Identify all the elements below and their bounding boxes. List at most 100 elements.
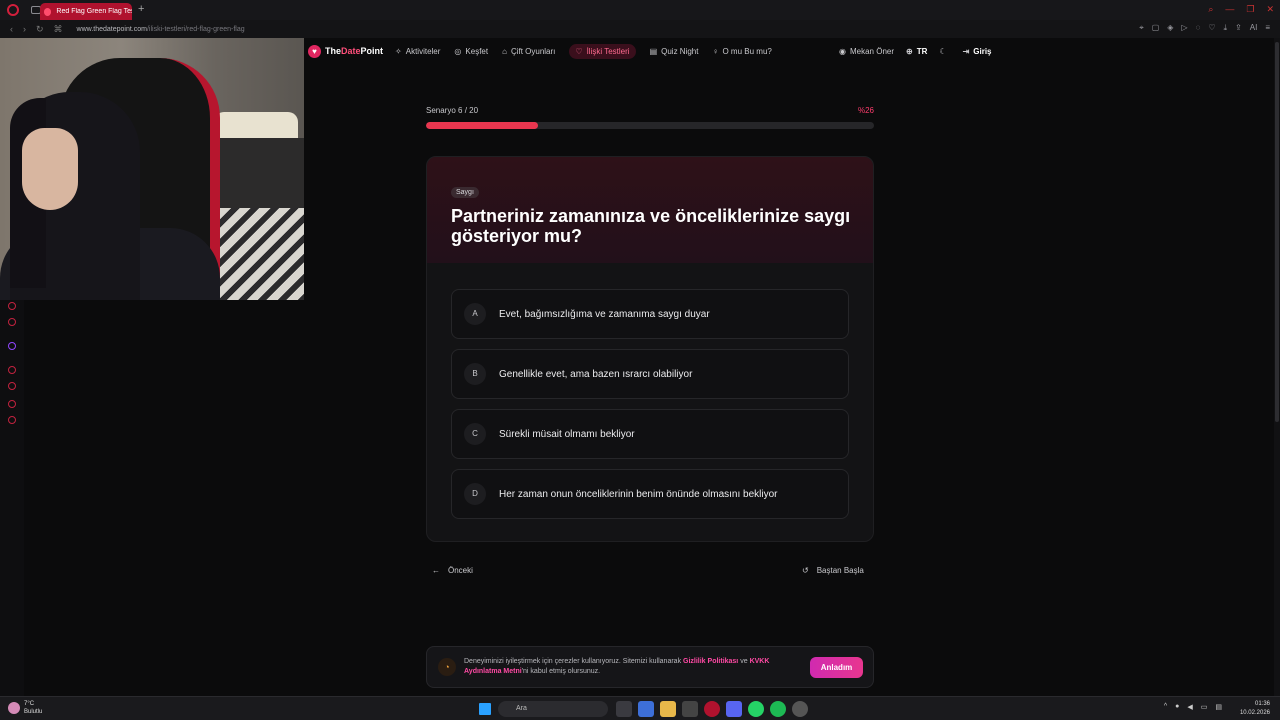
- language-switch[interactable]: ⊕ TR: [906, 47, 927, 56]
- brand-logo[interactable]: ♥ The Date Point: [308, 44, 383, 58]
- weather-text: 7°C Bulutlu: [24, 700, 42, 716]
- volume-icon[interactable]: ◀: [1187, 703, 1192, 711]
- search-tabs-icon[interactable]: ⌕: [1208, 4, 1213, 15]
- weather-widget[interactable]: 7°C Bulutlu: [8, 700, 42, 716]
- weather-condition: Bulutlu: [24, 709, 43, 715]
- nav-label: Keşfet: [465, 46, 489, 56]
- tray-chevron-icon[interactable]: ^: [1164, 703, 1167, 711]
- windows-start-icon[interactable]: [479, 703, 491, 715]
- option-text: Genellikle evet, ama bazen ısrarcı olabi…: [499, 368, 693, 380]
- reload-icon[interactable]: ↻: [36, 24, 44, 35]
- ai-label[interactable]: AI: [1250, 23, 1258, 33]
- sidebar-twitch-icon[interactable]: [8, 342, 16, 350]
- location-icon: ◉: [839, 46, 846, 56]
- maximize-icon[interactable]: ❐: [1246, 4, 1254, 15]
- suggest-label: Mekan Öner: [849, 46, 895, 56]
- mic-icon[interactable]: ●: [1175, 703, 1179, 711]
- nav-label: İlişki Testleri: [586, 46, 630, 56]
- restart-label: Baştan Başla: [816, 566, 864, 575]
- shield-icon[interactable]: ◈: [1167, 23, 1173, 33]
- cookie-text-1: Deneyiminizi iyileştirmek için çerezler …: [464, 658, 684, 665]
- progress-fill: [426, 122, 538, 129]
- keyboard-icon[interactable]: ▭: [1201, 703, 1208, 711]
- discord-icon[interactable]: [726, 701, 742, 717]
- whatsapp-icon[interactable]: [748, 701, 764, 717]
- opera-taskbar-icon[interactable]: [704, 701, 720, 717]
- copilot-icon[interactable]: [638, 701, 654, 717]
- sidebar-chat-icon[interactable]: [8, 400, 16, 408]
- login-icon: ⇥: [962, 46, 970, 56]
- sidebar-settings-icon[interactable]: [8, 416, 16, 424]
- task-view-icon[interactable]: [616, 701, 632, 717]
- download-icon[interactable]: ⤓: [1224, 23, 1228, 33]
- sidebar-app-icon[interactable]: [8, 302, 16, 310]
- option-d[interactable]: D Her zaman onun önceliklerinin benim ön…: [451, 469, 849, 519]
- nav-relationship-tests[interactable]: ♡ İlişki Testleri: [569, 43, 636, 59]
- page-scrollbar[interactable]: [1274, 38, 1280, 696]
- sidebar-spotify-icon[interactable]: [8, 366, 16, 374]
- menu-icon[interactable]: ≡: [1265, 23, 1270, 33]
- scrollbar-thumb[interactable]: [1275, 42, 1279, 422]
- question-header: Saygı Partneriniz zamanınıza ve öncelikl…: [427, 157, 873, 263]
- site-header: ♥ The Date Point ✧ Aktiviteler ◎ Keşfet ⌂ Çif…: [304, 38, 1280, 64]
- suggest-place-link[interactable]: ◉ Mekan Öner: [839, 47, 894, 56]
- clock-time: 01:36: [1254, 701, 1270, 707]
- sparkle-icon: ✧: [395, 46, 402, 56]
- gamepad-icon: ⌂: [502, 46, 507, 56]
- calendar-icon[interactable]: [682, 701, 698, 717]
- url-path: /iliski-testleri/red-flag-green-flag: [146, 25, 245, 33]
- restart-button[interactable]: ↺ Baştan Başla: [802, 566, 864, 575]
- quiz-icon: ▤: [649, 46, 658, 56]
- forward-icon[interactable]: ›: [23, 24, 26, 34]
- weather-temp: 7°C: [24, 701, 35, 707]
- theme-toggle[interactable]: ☾: [939, 47, 950, 56]
- obs-icon[interactable]: [792, 701, 808, 717]
- nav-label: O mu Bu mu?: [722, 46, 772, 56]
- option-letter: A: [464, 303, 486, 325]
- browser-tab[interactable]: Red Flag Green Flag Testi: [40, 3, 132, 20]
- nav-couple-games[interactable]: ⌂ Çift Oyunları: [502, 47, 555, 56]
- pin-icon[interactable]: ⌖: [1139, 23, 1144, 33]
- privacy-policy-link[interactable]: Gizlilik Politikası: [683, 658, 738, 665]
- login-link[interactable]: ⇥ Giriş: [963, 47, 992, 56]
- opera-logo-icon[interactable]: [7, 4, 19, 16]
- favorite-icon[interactable]: ♡: [1208, 23, 1215, 33]
- restart-icon: ↺: [802, 566, 809, 575]
- option-c[interactable]: C Sürekli müsait olmamı bekliyor: [451, 409, 849, 459]
- back-icon[interactable]: ‹: [10, 24, 13, 34]
- system-tray: ^ ● ◀ ▭ ▤: [1164, 703, 1222, 711]
- cookie-text: Deneyiminizi iyileştirmek için çerezler …: [464, 657, 804, 677]
- new-tab-button[interactable]: +: [138, 3, 144, 15]
- option-a[interactable]: A Evet, bağımsızlığıma ve zamanıma saygı…: [451, 289, 849, 339]
- nav-discover[interactable]: ◎ Keşfet: [454, 47, 488, 56]
- answer-options: A Evet, bağımsızlığıma ve zamanıma saygı…: [427, 263, 873, 519]
- compass-icon: ◎: [454, 46, 462, 56]
- file-explorer-icon[interactable]: [660, 701, 676, 717]
- progress-label: Senaryo 6 / 20: [426, 106, 479, 115]
- login-label: Giriş: [973, 46, 992, 56]
- player-icon[interactable]: ▷: [1181, 23, 1187, 33]
- snapshot-icon[interactable]: ▢: [1152, 23, 1160, 33]
- accept-cookies-button[interactable]: Anladım: [810, 657, 863, 678]
- taskbar-clock[interactable]: 01:36 10.02.2026: [1240, 700, 1270, 718]
- minimize-icon[interactable]: —: [1225, 4, 1234, 15]
- taskbar-search[interactable]: Ara: [498, 701, 608, 717]
- nav-quiz-night[interactable]: ▤ Quiz Night: [650, 47, 699, 56]
- previous-button[interactable]: ← Önceki: [432, 566, 473, 575]
- url-field[interactable]: www.thedatepoint.com/iliski-testleri/red…: [77, 26, 245, 33]
- heart-logo-icon: ♥: [308, 44, 321, 58]
- sidebar-instagram-icon[interactable]: [8, 318, 16, 326]
- option-b[interactable]: B Genellikle evet, ama bazen ısrarcı ola…: [451, 349, 849, 399]
- cookie-icon: ◔: [438, 658, 456, 676]
- network-icon[interactable]: ▤: [1215, 703, 1222, 711]
- site-info-icon[interactable]: ⌘: [54, 24, 63, 35]
- share-icon[interactable]: ⇪: [1235, 23, 1242, 33]
- nav-activities[interactable]: ✧ Aktiviteler: [395, 47, 440, 56]
- window-controls: ⌕ — ❐ ✕: [1208, 4, 1274, 15]
- spotify-icon[interactable]: [770, 701, 786, 717]
- close-icon[interactable]: ✕: [1266, 4, 1274, 15]
- url-host: www.thedatepoint.com: [76, 25, 147, 33]
- vpn-icon[interactable]: ◌: [1196, 23, 1201, 33]
- nav-this-or-that[interactable]: ♀ O mu Bu mu?: [712, 47, 771, 56]
- sidebar-history-icon[interactable]: [8, 382, 16, 390]
